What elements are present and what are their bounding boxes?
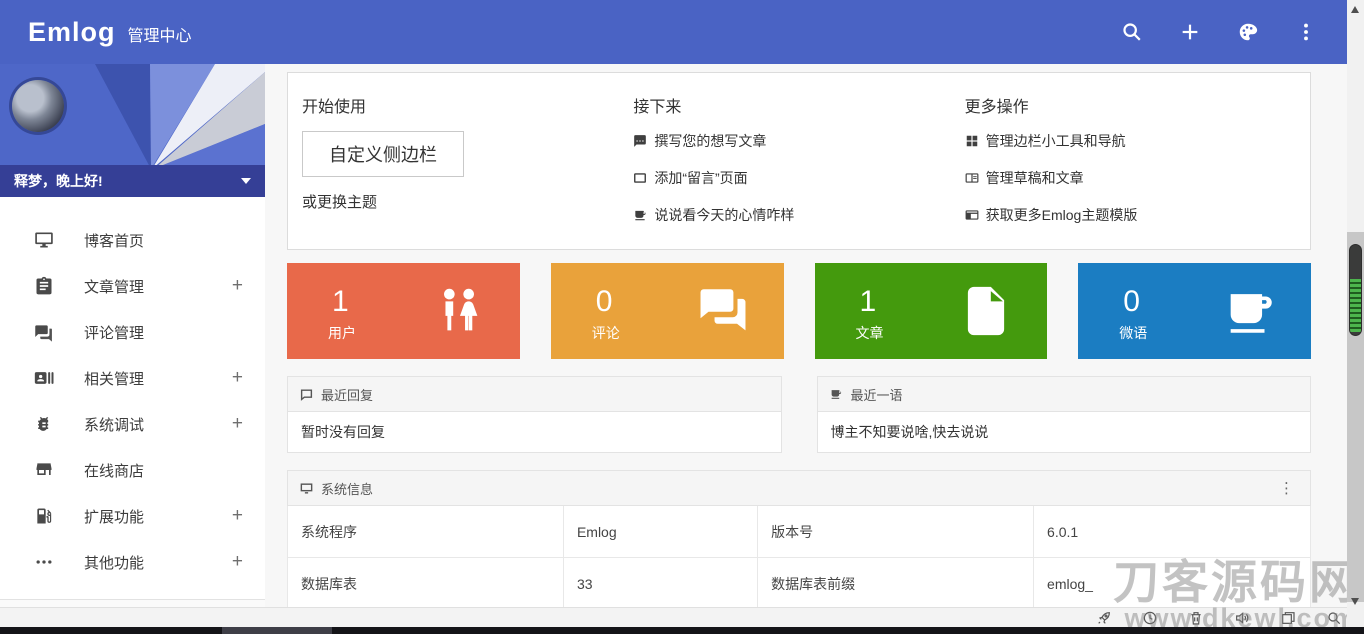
recent-replies-body: 暂时没有回复 [287,412,782,453]
emlog-logo: Emlog [28,16,116,47]
comments-icon [34,322,54,342]
brand[interactable]: Emlog 管理中心 [28,17,192,48]
greeting-text: 释梦，晚上好! [14,173,103,189]
app-header: Emlog 管理中心 [0,0,1364,64]
stat-card-users[interactable]: 1 用户 [287,263,520,359]
user-panel: 释梦，晚上好! [0,64,265,197]
table-row: 数据库表 33 数据库表前缀 emlog_ [288,558,1310,610]
ellipsis-icon [34,552,54,572]
change-theme-link[interactable]: 或更换主题 [302,191,613,212]
contacts-icon [34,368,54,388]
emlog-admin-app: Emlog 管理中心 释梦，晚上好! 博客首页 文章管理 + 评论管理 相关管理… [0,0,1364,634]
scroll-up-arrow-icon[interactable] [1351,6,1359,13]
more-actions-title: 更多操作 [964,99,1029,116]
expand-plus[interactable]: + [232,275,243,297]
welcome-card: 开始使用 自定义侧边栏 或更换主题 接下来 撰写您的想写文章 添加“留言”页面 … [287,72,1311,250]
forum-icon [694,282,752,340]
manage-drafts-link[interactable]: 管理草稿和文章 [965,168,1276,188]
expand-plus[interactable]: + [232,367,243,389]
getting-started-column: 开始使用 自定义侧边栏 或更换主题 [302,93,633,225]
recent-panels: 最近回复 暂时没有回复 最近一语 博主不知要说啥,快去说说 [287,376,1311,453]
trash-icon[interactable] [1188,610,1204,626]
sidebar: 释梦，晚上好! 博客首页 文章管理 + 评论管理 相关管理 + 系统调试 + 在… [0,64,265,634]
people-icon [430,282,488,340]
stat-card-articles[interactable]: 1 文章 [814,263,1048,359]
sidebar-item-extensions[interactable]: 扩展功能 + [0,493,265,539]
history-icon[interactable] [1142,610,1158,626]
user-avatar[interactable] [12,80,64,132]
expand-plus[interactable]: + [232,413,243,435]
main-content: 开始使用 自定义侧边栏 或更换主题 接下来 撰写您的想写文章 添加“留言”页面 … [265,64,1347,634]
coffee-icon [633,208,647,222]
stat-card-microblog[interactable]: 0 微语 [1078,263,1311,359]
add-guestbook-page-link[interactable]: 添加“留言”页面 [633,168,944,188]
comment-icon [300,388,313,401]
recent-replies-header: 最近回复 [287,376,782,412]
book-icon [965,171,979,185]
more-vert-icon[interactable]: ⋮ [1275,479,1298,498]
compose-icon [633,134,647,148]
sidebar-item-comments[interactable]: 评论管理 [0,309,265,355]
plugin-icon [34,506,54,526]
manage-widgets-link[interactable]: 管理边栏小工具和导航 [965,131,1276,151]
expand-plus[interactable]: + [232,505,243,527]
scroll-down-arrow-icon[interactable] [1351,598,1359,605]
chevron-down-icon[interactable] [241,178,251,184]
stat-cards: 1 用户 0 评论 1 文章 0 微语 [287,263,1311,359]
taskbar-active-segment [222,627,332,634]
post-mood-link[interactable]: 说说看今天的心情咋样 [633,205,944,225]
recent-replies-panel: 最近回复 暂时没有回复 [287,376,782,453]
bug-icon [34,414,54,434]
sidebar-item-other[interactable]: 其他功能 + [0,539,265,585]
sidebar-item-related[interactable]: 相关管理 + [0,355,265,401]
greeting-bar[interactable]: 释梦，晚上好! [0,165,265,197]
scroll-progress-stripes [1350,279,1361,332]
header-actions [1120,20,1318,44]
more-vert-icon[interactable] [1294,20,1318,44]
recent-word-panel: 最近一语 博主不知要说啥,快去说说 [816,376,1311,453]
coffee-icon [1221,282,1279,340]
sidebar-item-blog-home[interactable]: 博客首页 [0,217,265,263]
screenshot-toolbar [0,607,1364,627]
next-steps-column: 接下来 撰写您的想写文章 添加“留言”页面 说说看今天的心情咋样 [633,93,964,225]
expand-plus[interactable]: + [232,551,243,573]
vertical-scrollbar[interactable] [1347,0,1364,627]
sidebar-item-system-debug[interactable]: 系统调试 + [0,401,265,447]
page-icon [633,171,647,185]
magnifier-icon[interactable] [1326,610,1342,626]
add-icon[interactable] [1178,20,1202,44]
table-row: 系统程序 Emlog 版本号 6.0.1 [288,506,1310,558]
scrollbar-thumb[interactable] [1349,244,1362,336]
store-icon [34,460,54,480]
os-taskbar-edge[interactable] [0,627,1364,634]
rocket-icon[interactable] [1096,610,1112,626]
window-copy-icon[interactable] [1280,610,1296,626]
stat-card-comments[interactable]: 0 评论 [550,263,784,359]
admin-center-title: 管理中心 [127,27,192,45]
write-article-link[interactable]: 撰写您的想写文章 [633,131,944,151]
search-icon[interactable] [1120,20,1144,44]
system-info-header: 系统信息 ⋮ [287,470,1311,506]
next-steps-title: 接下来 [633,99,682,116]
palette-icon[interactable] [1236,20,1260,44]
sidebar-item-online-store[interactable]: 在线商店 [0,447,265,493]
recent-word-header: 最近一语 [816,376,1311,412]
clipboard-icon [34,276,54,296]
theme-icon [965,208,979,222]
more-actions-column: 更多操作 管理边栏小工具和导航 管理草稿和文章 获取更多Emlog主题模版 [965,93,1296,225]
monitor-icon [300,482,313,495]
file-icon [957,282,1015,340]
volume-icon[interactable] [1234,610,1250,626]
coffee-icon [830,388,843,401]
recent-word-body: 博主不知要说啥,快去说说 [816,412,1311,453]
get-themes-link[interactable]: 获取更多Emlog主题模版 [965,205,1276,225]
customize-sidebar-button[interactable]: 自定义侧边栏 [302,131,464,177]
widgets-icon [965,134,979,148]
sidebar-item-articles[interactable]: 文章管理 + [0,263,265,309]
getting-started-title: 开始使用 [302,99,367,116]
monitor-icon [34,230,54,250]
sidebar-menu: 博客首页 文章管理 + 评论管理 相关管理 + 系统调试 + 在线商店 扩展功能… [0,197,265,634]
